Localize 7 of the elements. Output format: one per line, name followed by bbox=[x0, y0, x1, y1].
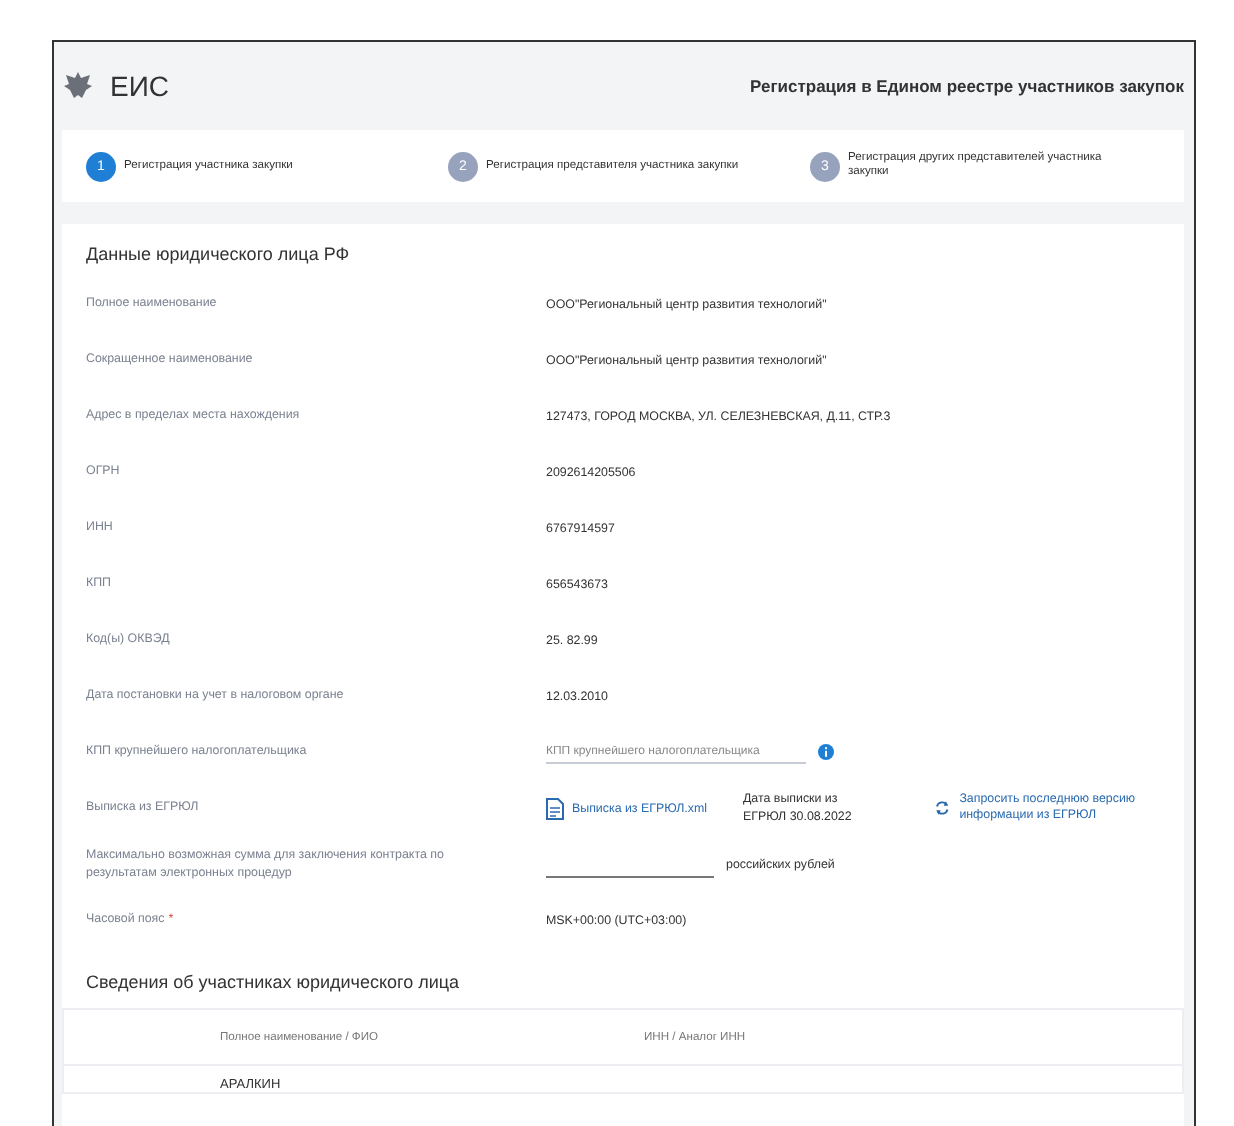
section-title: Данные юридического лица РФ bbox=[86, 244, 352, 264]
refresh-icon bbox=[934, 798, 952, 818]
info-icon[interactable] bbox=[818, 744, 834, 760]
logo-text: ЕИС bbox=[110, 70, 170, 102]
section-title: Сведения об участниках юридического лица bbox=[86, 972, 462, 992]
document-icon bbox=[546, 797, 564, 819]
page-title: Регистрация в Едином реестре участников закупок bbox=[750, 76, 1184, 96]
